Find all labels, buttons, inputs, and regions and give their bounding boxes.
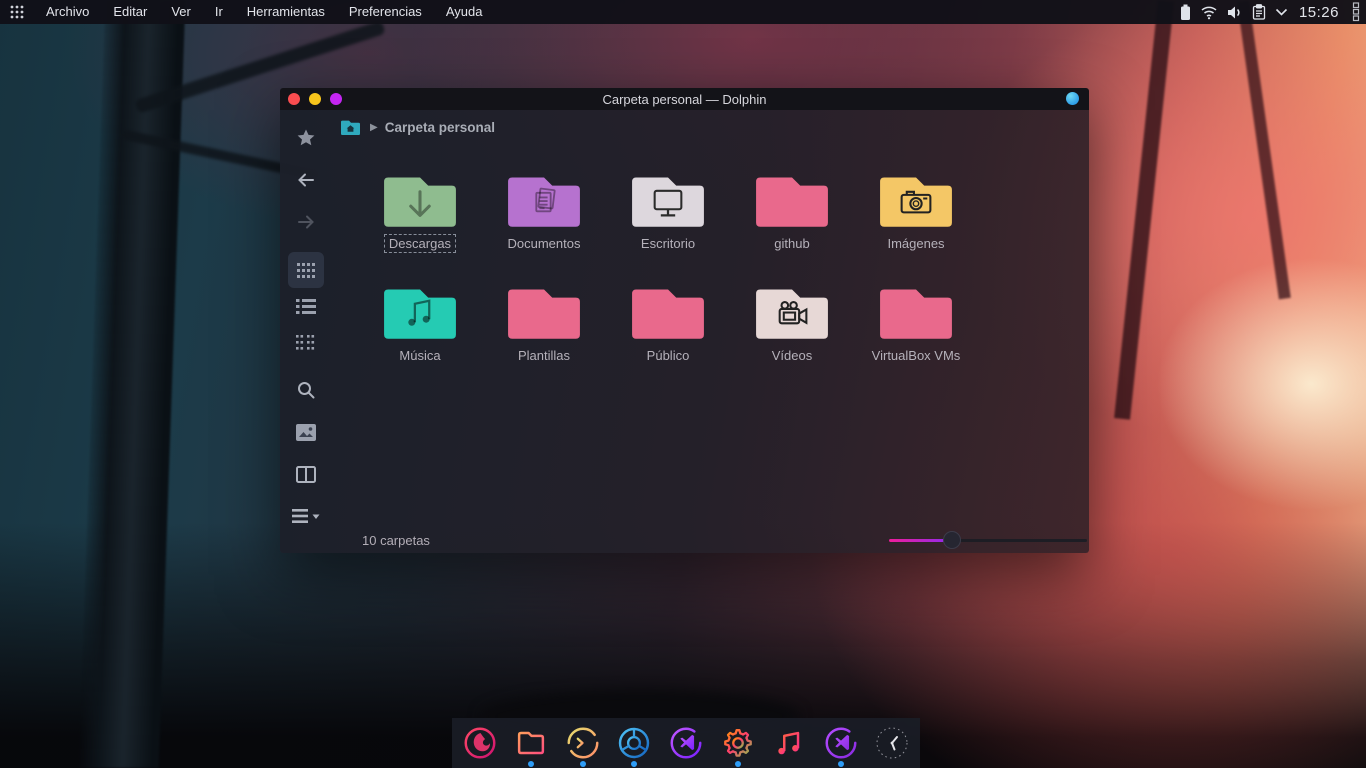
close-button[interactable] <box>288 93 300 105</box>
folder-label: Imágenes <box>882 234 949 253</box>
window-menu-button[interactable] <box>1066 92 1079 105</box>
folder-label: Escritorio <box>636 234 700 253</box>
folder-label: Música <box>394 346 445 365</box>
menu-ir[interactable]: Ir <box>203 0 235 24</box>
toolbar-column <box>280 110 332 553</box>
terminal-icon <box>564 724 602 762</box>
dock-app-music[interactable] <box>765 718 813 768</box>
folder-videos[interactable]: Vídeos <box>730 280 854 392</box>
app-grid-icon[interactable] <box>0 5 34 19</box>
dock-app-file-manager[interactable] <box>507 718 555 768</box>
music-note-icon <box>770 724 808 762</box>
bookmark-star-icon[interactable] <box>288 120 324 156</box>
volume-icon[interactable] <box>1227 5 1243 20</box>
breadcrumb-arrow-icon: ▶ <box>370 122 378 133</box>
folder-descargas[interactable]: Descargas <box>358 168 482 280</box>
running-indicator <box>528 761 534 767</box>
menu-archivo[interactable]: Archivo <box>34 0 101 24</box>
running-indicator <box>580 761 586 767</box>
vscode-icon <box>667 724 705 762</box>
clock-display[interactable]: 15:26 <box>1297 4 1343 21</box>
vscode-icon <box>822 724 860 762</box>
folder-virtualbox-vms[interactable]: VirtualBox VMs <box>854 280 978 392</box>
dock-app-firefox[interactable] <box>456 718 504 768</box>
clipboard-icon[interactable] <box>1252 4 1266 20</box>
dock-app-terminal[interactable] <box>559 718 607 768</box>
search-icon[interactable] <box>288 372 324 408</box>
preview-image-icon[interactable] <box>288 414 324 450</box>
compact-view-button[interactable] <box>288 324 324 360</box>
minimize-button[interactable] <box>309 93 321 105</box>
folder-publico[interactable]: Público <box>606 280 730 392</box>
battery-icon[interactable] <box>1180 4 1191 21</box>
folder-musica[interactable]: Música <box>358 280 482 392</box>
folder-view-pane: ▶ Carpeta personal Descargas <box>332 110 1089 553</box>
analog-clock-icon <box>872 723 912 763</box>
folder-documentos[interactable]: Documentos <box>482 168 606 280</box>
hamburger-menu-button[interactable] <box>288 498 324 534</box>
home-folder-icon[interactable] <box>340 118 361 136</box>
dock-app-vscode-insiders[interactable] <box>817 718 865 768</box>
firefox-icon <box>461 724 499 762</box>
global-menubar: Archivo Editar Ver Ir Herramientas Prefe… <box>0 0 1366 24</box>
running-indicator <box>631 761 637 767</box>
zoom-slider[interactable] <box>889 527 1087 553</box>
back-button[interactable] <box>288 162 324 198</box>
folder-label: Vídeos <box>767 346 817 365</box>
folder-label: Descargas <box>384 234 456 253</box>
folder-github[interactable]: github <box>730 168 854 280</box>
menu-editar[interactable]: Editar <box>101 0 159 24</box>
dock-app-vscode[interactable] <box>662 718 710 768</box>
folder-icon <box>512 724 550 762</box>
menu-ver[interactable]: Ver <box>159 0 203 24</box>
dock-app-settings[interactable] <box>714 718 762 768</box>
dock-app-chrome[interactable] <box>610 718 658 768</box>
details-view-button[interactable] <box>288 288 324 324</box>
window-title: Carpeta personal — Dolphin <box>280 92 1089 107</box>
folder-label: Documentos <box>503 234 586 253</box>
icons-view-button[interactable] <box>288 252 324 288</box>
status-bar: 10 carpetas <box>332 527 1089 553</box>
menu-preferencias[interactable]: Preferencias <box>337 0 434 24</box>
dock-app-clock[interactable] <box>868 718 916 768</box>
network-signal-icon[interactable] <box>1200 5 1218 20</box>
running-indicator <box>838 761 844 767</box>
chevron-down-icon[interactable] <box>1275 8 1288 17</box>
system-tray: 15:26 <box>1180 2 1366 22</box>
dock <box>452 718 920 768</box>
running-indicator <box>735 761 741 767</box>
menu-herramientas[interactable]: Herramientas <box>235 0 337 24</box>
breadcrumb-location[interactable]: Carpeta personal <box>385 120 495 135</box>
folder-label: VirtualBox VMs <box>867 346 966 365</box>
folder-grid: Descargas Documentos <box>332 144 1088 392</box>
menu-ayuda[interactable]: Ayuda <box>434 0 495 24</box>
tree-trunk <box>1114 0 1174 419</box>
gear-icon <box>719 724 757 762</box>
dolphin-window: Carpeta personal — Dolphin <box>280 88 1089 553</box>
tree-trunk <box>79 0 186 768</box>
titlebar[interactable]: Carpeta personal — Dolphin <box>280 88 1089 110</box>
split-view-icon[interactable] <box>288 456 324 492</box>
chrome-icon <box>615 724 653 762</box>
item-count: 10 carpetas <box>362 533 430 548</box>
folder-label: github <box>769 234 814 253</box>
folder-plantillas[interactable]: Plantillas <box>482 280 606 392</box>
zoom-slider-handle[interactable] <box>943 531 961 549</box>
folder-label: Público <box>642 346 695 365</box>
folder-escritorio[interactable]: Escritorio <box>606 168 730 280</box>
breadcrumb: ▶ Carpeta personal <box>332 110 1089 144</box>
folder-label: Plantillas <box>513 346 575 365</box>
forward-button[interactable] <box>288 204 324 240</box>
widget-handle-icon[interactable] <box>1352 2 1360 22</box>
tree-trunk <box>1237 1 1291 300</box>
maximize-button[interactable] <box>330 93 342 105</box>
folder-imagenes[interactable]: Imágenes <box>854 168 978 280</box>
